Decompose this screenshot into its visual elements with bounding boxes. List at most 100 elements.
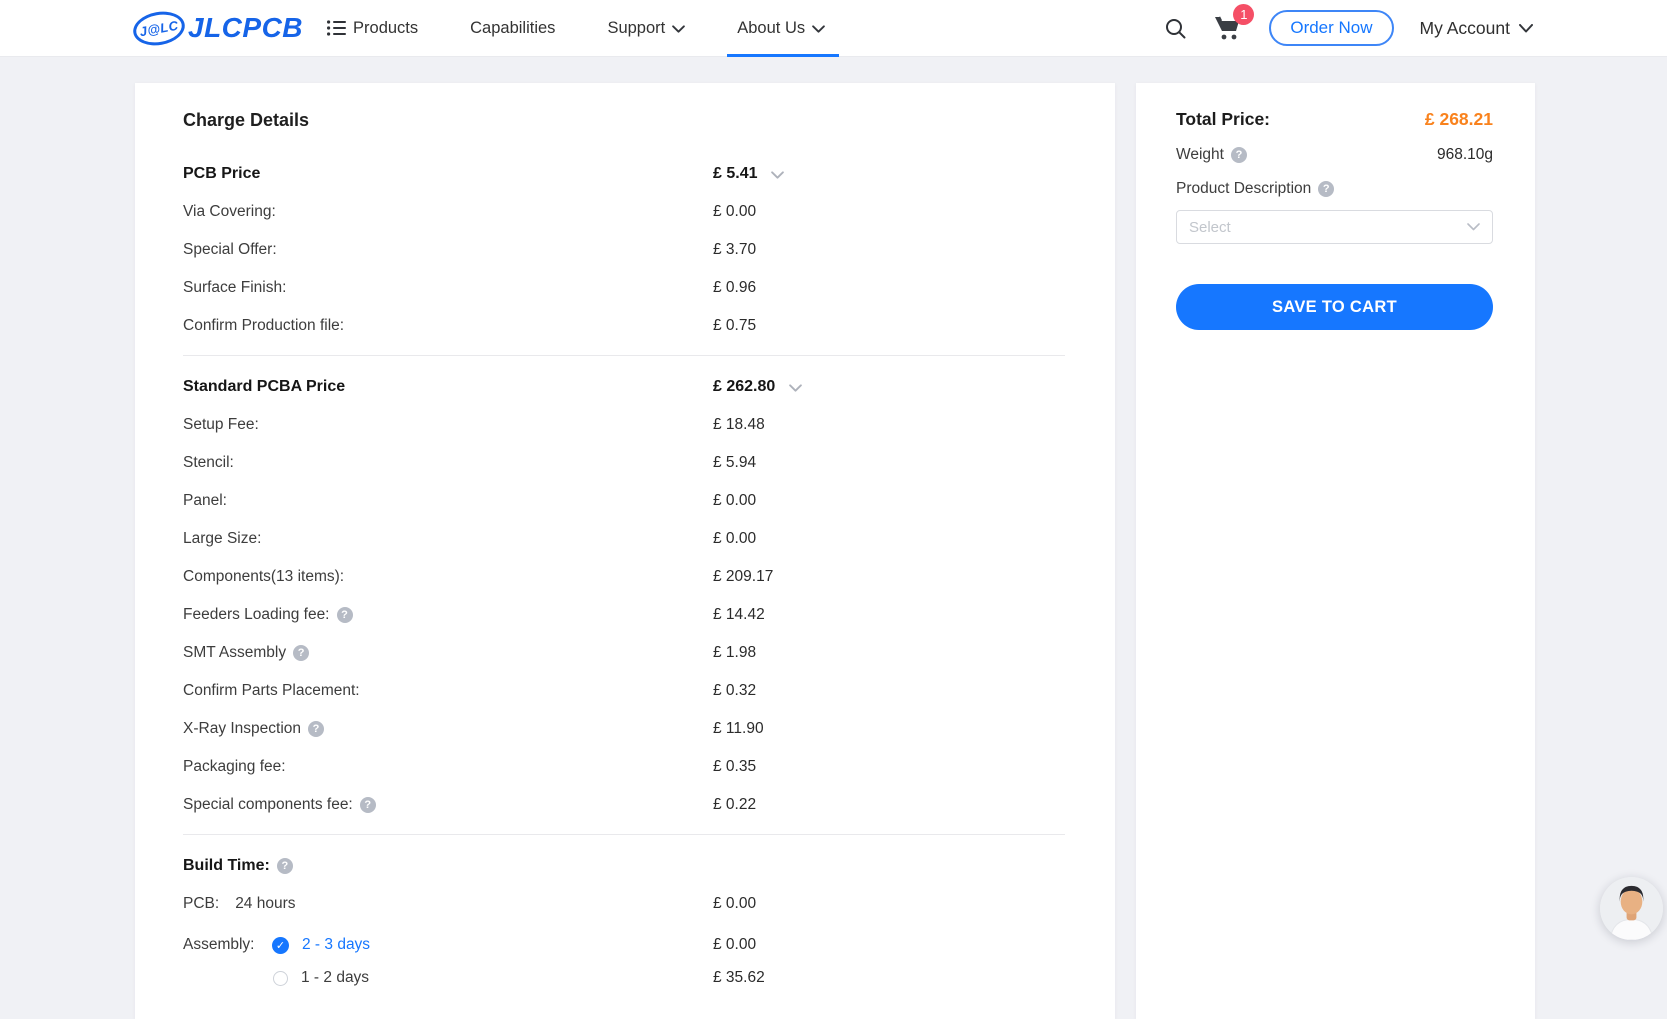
nav-item-label: Products <box>353 19 418 38</box>
charge-row-value: £ 18.48 <box>713 416 765 434</box>
radio-selected-icon[interactable]: ✓ <box>272 937 289 954</box>
chat-support-avatar[interactable] <box>1600 877 1663 940</box>
header-actions: 1 Order Now My Account <box>1164 10 1533 46</box>
cart-button[interactable]: 1 <box>1213 14 1243 42</box>
chevron-down-icon[interactable] <box>789 384 802 392</box>
chevron-down-icon <box>672 25 685 33</box>
charge-row-label: Special components fee: <box>183 796 353 814</box>
product-description-label: Product Description <box>1176 180 1311 198</box>
charge-row-feeders-loading-fee: Feeders Loading fee:? £ 14.42 <box>183 596 1065 634</box>
assembly-option-price: £ 35.62 <box>713 969 765 987</box>
charge-row-surface-finish: Surface Finish: £ 0.96 <box>183 269 1065 307</box>
charge-row-label: Feeders Loading fee: <box>183 606 330 624</box>
help-icon[interactable]: ? <box>360 797 376 813</box>
radio-unselected-icon[interactable] <box>273 971 288 986</box>
help-icon[interactable]: ? <box>293 645 309 661</box>
charge-row-value: £ 0.00 <box>713 492 756 510</box>
product-description-select[interactable]: Select <box>1176 210 1493 244</box>
chevron-down-icon[interactable] <box>771 171 784 179</box>
assembly-option-row: 1 - 2 days £ 35.62 <box>183 963 1065 993</box>
weight-value: 968.10g <box>1437 146 1493 164</box>
jlc-logo-mark-icon: J@LC <box>131 7 188 49</box>
charge-row-label: SMT Assembly <box>183 644 286 662</box>
charge-row-value: £ 1.98 <box>713 644 756 662</box>
charge-row-value: £ 209.17 <box>713 568 773 586</box>
assembly-build-time-options: Assembly: ✓ 2 - 3 days £ 0.00 1 - 2 days £ 35… <box>183 927 1065 993</box>
charge-row-components-13-items: Components(13 items):£ 209.17 <box>183 558 1065 596</box>
list-icon <box>327 20 346 36</box>
top-nav-bar: J@LC JLCPCB Products Capabilities Support A… <box>0 0 1667 57</box>
nav-item-about-us[interactable]: About Us <box>737 0 825 56</box>
charge-sections: PCB Price £ 5.41 Via Covering: £ 0.00 Specia… <box>183 155 1065 835</box>
charge-row-value: £ 0.96 <box>713 279 756 297</box>
support-agent-photo <box>1600 877 1663 940</box>
charge-row-label: Stencil: <box>183 454 234 472</box>
assembly-label: Assembly: <box>183 936 265 954</box>
my-account-label: My Account <box>1420 18 1510 39</box>
charge-row-label: Panel: <box>183 492 227 510</box>
charge-row-special-components-fee: Special components fee:?£ 0.22 <box>183 786 1065 824</box>
nav-item-label: Capabilities <box>470 19 555 38</box>
charge-row-smt-assembly: SMT Assembly? £ 1.98 <box>183 634 1065 672</box>
charge-row-label: Special Offer: <box>183 241 277 259</box>
charge-row-packaging-fee: Packaging fee:£ 0.35 <box>183 748 1065 786</box>
main-nav: Products Capabilities Support About Us <box>327 0 877 56</box>
section-price: £ 5.41 <box>713 165 757 183</box>
build-time-header-row: Build Time: ? <box>183 847 1065 885</box>
nav-item-products[interactable]: Products <box>327 0 418 56</box>
my-account-menu[interactable]: My Account <box>1420 18 1533 39</box>
nav-item-capabilities[interactable]: Capabilities <box>470 0 555 56</box>
charge-row-label: Setup Fee: <box>183 416 259 434</box>
charge-row-setup-fee: Setup Fee: £ 18.48 <box>183 406 1065 444</box>
charge-row-large-size: Large Size:£ 0.00 <box>183 520 1065 558</box>
charge-row-value: £ 3.70 <box>713 241 756 259</box>
charge-row-x-ray-inspection: X-Ray Inspection?£ 11.90 <box>183 710 1065 748</box>
charge-row-value: £ 0.35 <box>713 758 756 776</box>
charge-row-panel: Panel: £ 0.00 <box>183 482 1065 520</box>
build-time-label: Build Time: <box>183 857 270 875</box>
section-title: Standard PCBA Price <box>183 378 345 396</box>
order-now-button[interactable]: Order Now <box>1269 10 1393 46</box>
charge-row-label: Via Covering: <box>183 203 276 221</box>
chevron-down-icon <box>1519 24 1533 33</box>
charge-row-value: £ 14.42 <box>713 606 765 624</box>
weight-label: Weight <box>1176 146 1224 164</box>
help-icon[interactable]: ? <box>308 721 324 737</box>
nav-item-label: About Us <box>737 19 805 38</box>
assembly-option-label[interactable]: 2 - 3 days <box>302 936 370 954</box>
save-to-cart-button[interactable]: SAVE TO CART <box>1176 284 1493 330</box>
section-header-pcb-price[interactable]: PCB Price £ 5.41 <box>183 155 1065 193</box>
total-price-value: £ 268.21 <box>1425 109 1493 130</box>
total-price-label: Total Price: <box>1176 109 1270 130</box>
search-icon[interactable] <box>1164 17 1187 40</box>
logo-text: JLCPCB <box>188 12 303 44</box>
nav-item-support[interactable]: Support <box>607 0 685 56</box>
select-placeholder: Select <box>1189 219 1231 236</box>
charge-row-confirm-parts-placement: Confirm Parts Placement:£ 0.32 <box>183 672 1065 710</box>
help-icon[interactable]: ? <box>277 858 293 874</box>
charge-row-label: X-Ray Inspection <box>183 720 301 738</box>
help-icon[interactable]: ? <box>1231 147 1247 163</box>
section-title: PCB Price <box>183 165 260 183</box>
help-icon[interactable]: ? <box>337 607 353 623</box>
divider <box>183 355 1065 356</box>
charge-row-label: Confirm Production file: <box>183 317 344 335</box>
chevron-down-icon <box>1467 223 1480 231</box>
help-icon[interactable]: ? <box>1318 181 1334 197</box>
assembly-option-label[interactable]: 1 - 2 days <box>301 969 369 987</box>
section-header-standard-pcba-price[interactable]: Standard PCBA Price £ 262.80 <box>183 368 1065 406</box>
charge-row-value: £ 5.94 <box>713 454 756 472</box>
charge-row-value: £ 0.32 <box>713 682 756 700</box>
section-price: £ 262.80 <box>713 378 775 396</box>
product-description-row: Product Description ? <box>1176 180 1493 198</box>
charge-row-label: Surface Finish: <box>183 279 286 297</box>
pcb-build-time-price: £ 0.00 <box>713 895 756 913</box>
pcb-build-time-value: 24 hours <box>235 895 295 913</box>
nav-item-label: Support <box>607 19 665 38</box>
charge-row-value: £ 0.75 <box>713 317 756 335</box>
charge-row-value: £ 0.00 <box>713 530 756 548</box>
assembly-option-price: £ 0.00 <box>713 936 756 954</box>
chevron-down-icon <box>812 25 825 33</box>
order-summary-panel: Total Price: £ 268.21 Weight ? 968.10g P… <box>1136 83 1535 1019</box>
jlcpcb-logo[interactable]: J@LC JLCPCB <box>133 12 303 45</box>
